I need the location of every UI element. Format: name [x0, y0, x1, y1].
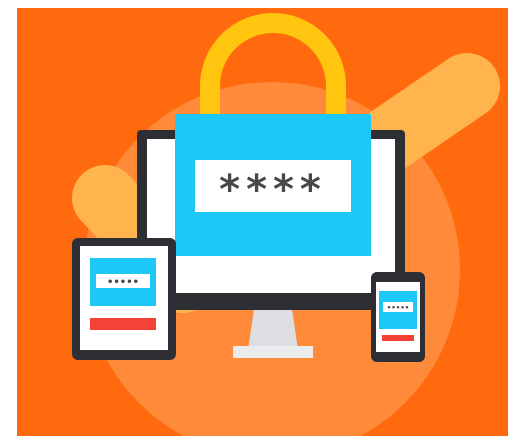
phone-password-mask: ••••• — [387, 304, 409, 312]
phone-error-bar — [382, 335, 414, 341]
phone: ••••• — [371, 272, 425, 362]
illustration-frame: **** ••••• ••••• — [0, 0, 520, 443]
tablet-error-bar — [90, 318, 156, 330]
tablet: ••••• — [72, 238, 176, 360]
security-illustration: **** ••••• ••••• — [17, 8, 508, 436]
tablet-password-mask: ••••• — [107, 277, 139, 288]
monitor-password-mask: **** — [219, 167, 327, 213]
